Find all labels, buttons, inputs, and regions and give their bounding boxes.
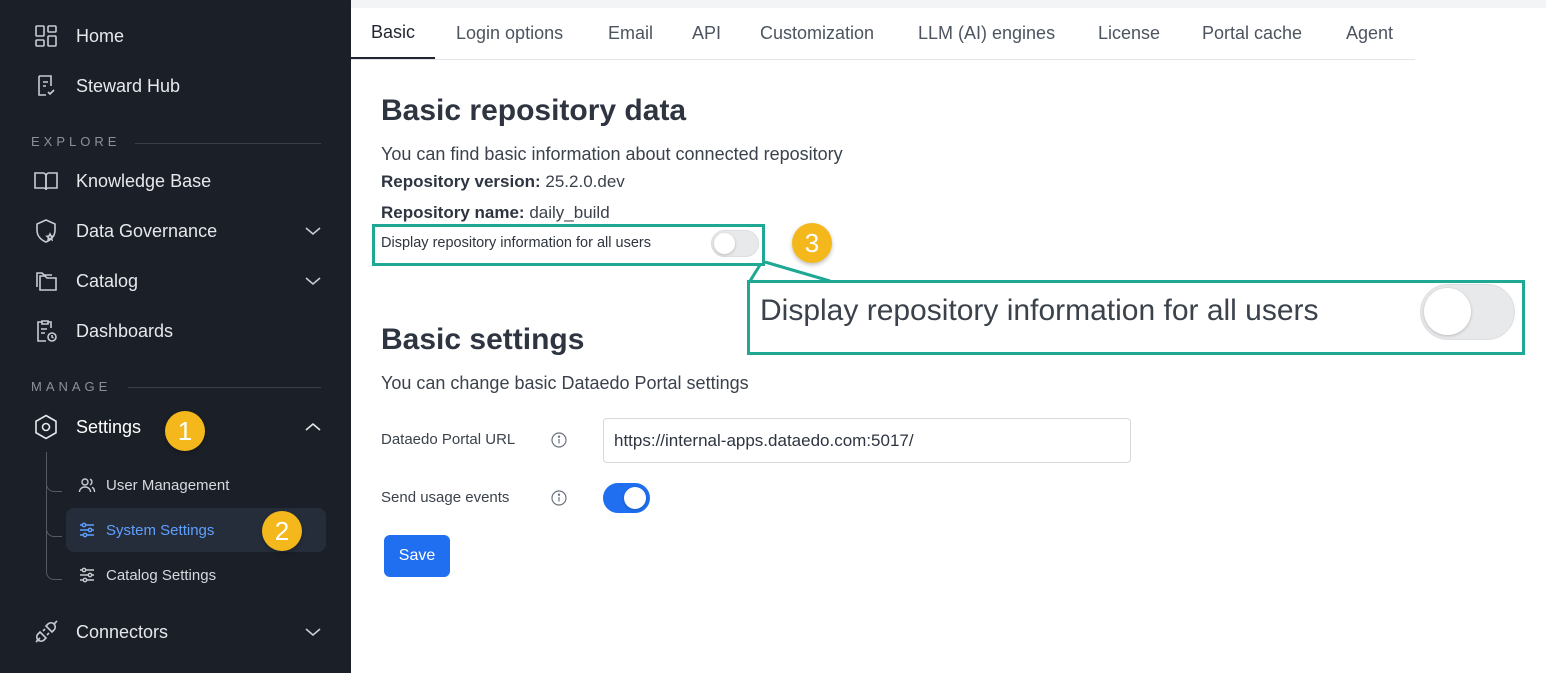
nav-knowledge-base[interactable]: Knowledge Base	[0, 161, 351, 201]
nav-connectors-label: Connectors	[76, 621, 169, 642]
nav-catalog[interactable]: Catalog	[0, 261, 351, 301]
nav-settings-label: Settings	[76, 416, 142, 437]
chevron-up-icon	[303, 417, 323, 437]
usage-events-toggle[interactable]	[603, 483, 650, 513]
repo-section-description: You can find basic information about con…	[381, 144, 843, 164]
tree-branch	[46, 566, 62, 580]
display-repo-info-toggle[interactable]	[711, 230, 759, 257]
nav-knowledge-base-label: Knowledge Base	[76, 170, 212, 191]
tab-email[interactable]: Email	[608, 8, 653, 59]
portal-url-input[interactable]	[603, 418, 1131, 463]
save-button[interactable]: Save	[384, 535, 450, 577]
repo-name-label: Repository name:	[381, 203, 525, 222]
sliders-icon	[78, 521, 96, 539]
chevron-down-icon	[303, 221, 323, 241]
section-explore-label: EXPLORE	[31, 134, 121, 149]
tab-portal-cache[interactable]: Portal cache	[1202, 8, 1302, 59]
nav-catalog-label: Catalog	[76, 270, 139, 291]
section-manage-label: MANAGE	[31, 379, 112, 394]
sliders-icon	[78, 566, 96, 584]
book-icon	[33, 168, 59, 194]
settings-tabs: Basic Login options Email API Customizat…	[351, 8, 1415, 60]
nav-steward-hub[interactable]: Steward Hub	[0, 66, 351, 106]
step-badge-3: 3	[792, 223, 832, 263]
nav-data-governance[interactable]: Data Governance	[0, 211, 351, 251]
sidebar: Home Steward Hub EXPLORE Knowledge Base …	[0, 0, 351, 673]
info-icon[interactable]	[551, 432, 567, 448]
tree-line	[46, 452, 47, 572]
step-badge-1: 1	[165, 411, 205, 451]
sub-item-label: Catalog Settings	[106, 566, 217, 584]
usage-events-label: Send usage events	[381, 489, 510, 506]
tab-customization[interactable]: Customization	[760, 8, 874, 59]
nav-data-governance-label: Data Governance	[76, 220, 218, 241]
sub-item-user-management[interactable]: User Management	[66, 463, 326, 507]
repo-name-value: daily_build	[529, 203, 610, 222]
portal-url-label: Dataedo Portal URL	[381, 431, 516, 448]
sub-item-label: User Management	[106, 476, 230, 494]
hexagon-gear-icon	[33, 414, 59, 440]
repo-version-value: 25.2.0.dev	[545, 172, 625, 191]
repo-section-title: Basic repository data	[381, 94, 687, 127]
display-repo-info-label: Display repository information for all u…	[381, 235, 651, 251]
basic-settings-description: You can change basic Dataedo Portal sett…	[381, 373, 749, 393]
grid-icon	[33, 23, 59, 49]
users-icon	[78, 476, 96, 494]
tab-llm-engines[interactable]: LLM (AI) engines	[918, 8, 1055, 59]
basic-settings-title: Basic settings	[381, 323, 585, 356]
nav-steward-hub-label: Steward Hub	[76, 75, 181, 96]
nav-connectors[interactable]: Connectors	[0, 612, 351, 652]
info-icon[interactable]	[551, 490, 567, 506]
zoom-callout-label: Display repository information for all u…	[760, 294, 1319, 327]
divider	[128, 387, 321, 388]
nav-dashboards[interactable]: Dashboards	[0, 311, 351, 351]
zoom-callout-toggle	[1420, 284, 1515, 340]
sub-item-catalog-settings[interactable]: Catalog Settings	[66, 553, 326, 597]
tab-license[interactable]: License	[1098, 8, 1160, 59]
repo-version: Repository version: 25.2.0.dev	[381, 172, 625, 192]
plug-icon	[33, 619, 59, 645]
tab-login-options[interactable]: Login options	[456, 8, 563, 59]
folders-icon	[33, 268, 59, 294]
shield-star-icon	[33, 218, 59, 244]
toggle-knob	[714, 233, 735, 254]
repo-version-label: Repository version:	[381, 172, 541, 191]
tab-api[interactable]: API	[692, 8, 721, 59]
toggle-knob	[624, 487, 646, 509]
chevron-down-icon	[303, 622, 323, 642]
tab-basic[interactable]: Basic	[351, 8, 436, 59]
nav-dashboards-label: Dashboards	[76, 320, 174, 341]
tree-branch	[46, 478, 62, 492]
top-strip	[351, 0, 1546, 8]
clipboard-chart-icon	[33, 318, 59, 344]
nav-home-label: Home	[76, 25, 125, 46]
repo-name: Repository name: daily_build	[381, 203, 610, 223]
chevron-down-icon	[303, 271, 323, 291]
nav-home[interactable]: Home	[0, 16, 351, 56]
tree-branch	[46, 523, 62, 537]
divider	[135, 143, 321, 144]
tab-agent[interactable]: Agent	[1346, 8, 1393, 59]
step-badge-2: 2	[262, 511, 302, 551]
toggle-knob	[1424, 288, 1471, 335]
clipboard-check-icon	[33, 73, 59, 99]
sub-item-label: System Settings	[106, 521, 215, 539]
